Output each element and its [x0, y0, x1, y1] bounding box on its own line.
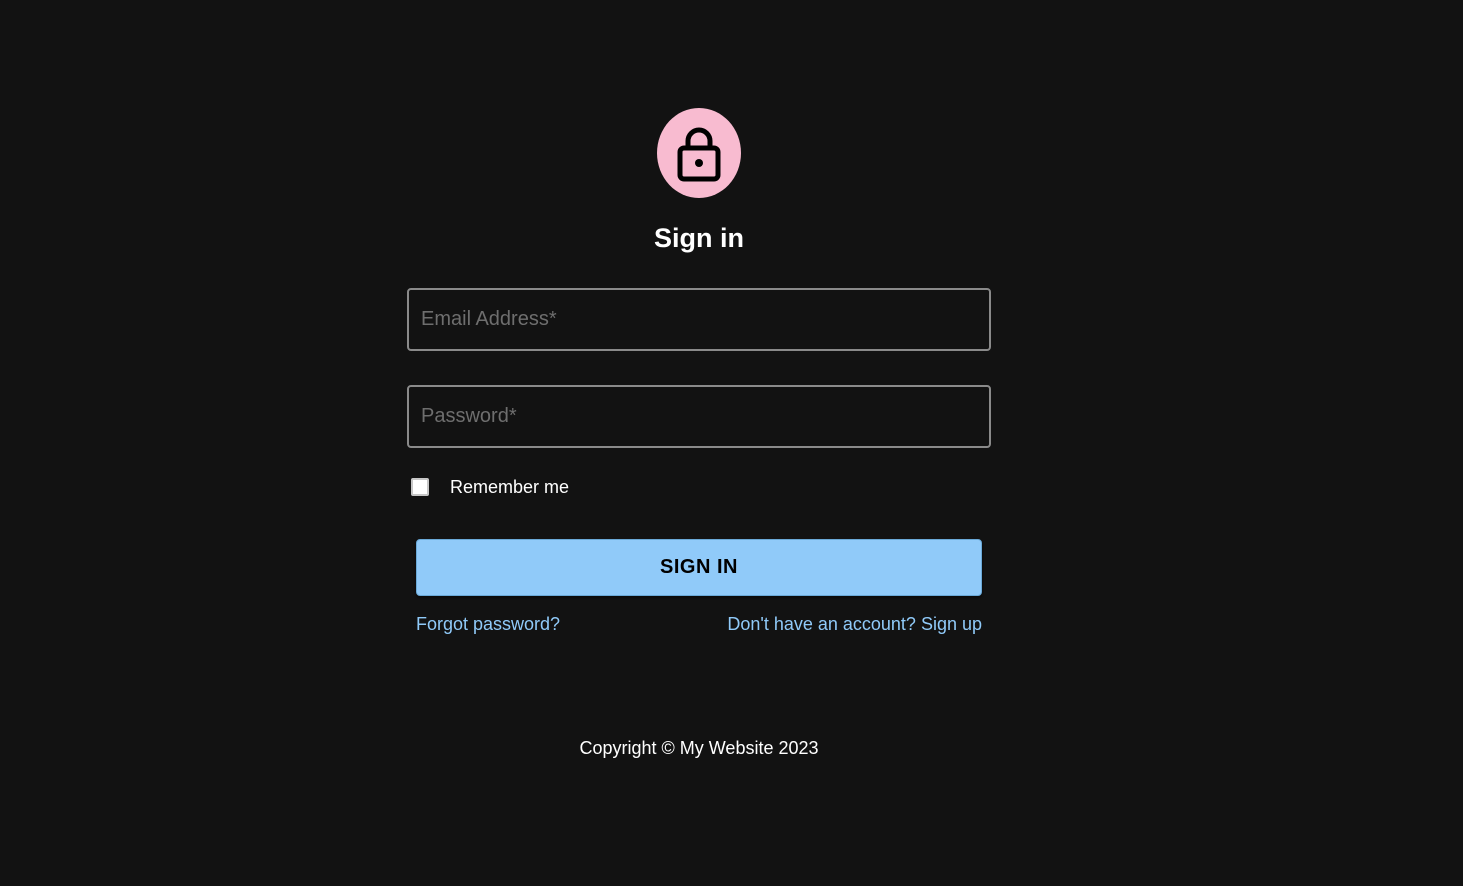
sign-up-link[interactable]: Don't have an account? Sign up [727, 612, 982, 636]
email-field[interactable] [407, 288, 991, 351]
remember-me-checkbox[interactable] [411, 478, 429, 496]
remember-me-label: Remember me [450, 476, 570, 497]
sign-in-page: Sign in Remember me SIGN IN Forgot passw… [0, 0, 1463, 886]
lock-icon [675, 123, 723, 183]
password-field[interactable] [407, 385, 991, 448]
sign-in-button[interactable]: SIGN IN [416, 539, 982, 596]
remember-me[interactable]: Remember me [409, 475, 569, 499]
page-title: Sign in [654, 223, 744, 253]
copyright: Copyright © My Website 2023 [579, 738, 819, 758]
forgot-password-link[interactable]: Forgot password? [416, 612, 560, 636]
avatar [657, 108, 741, 198]
